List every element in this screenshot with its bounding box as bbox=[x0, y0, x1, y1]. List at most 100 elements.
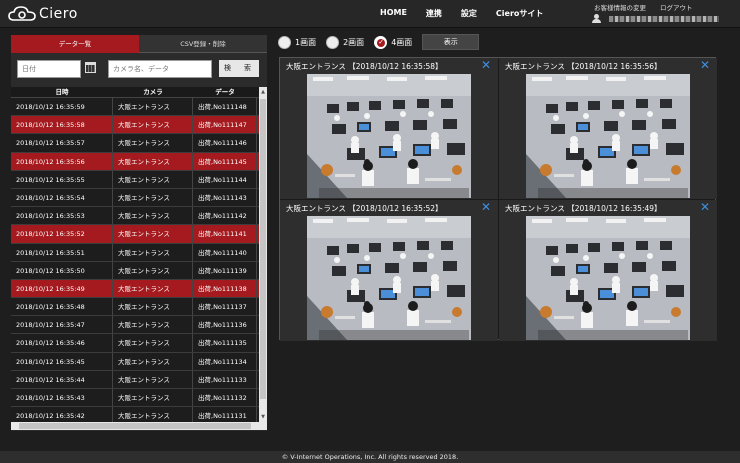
cell-camera: 大阪エントランス bbox=[113, 334, 193, 352]
table-row[interactable]: 2018/10/12 16:35:55 大阪エントランス 出荷,No111144 bbox=[11, 170, 267, 189]
cell-camera: 大阪エントランス bbox=[113, 188, 193, 207]
nav-integration[interactable]: 連携 bbox=[426, 8, 442, 19]
cloud-logo-icon bbox=[8, 6, 36, 21]
horizontal-scroll-thumb[interactable] bbox=[19, 423, 251, 429]
camera-title: 大阪エントランス 【2018/10/12 16:35:56】 bbox=[505, 62, 662, 71]
cell-data: 出荷,No111147 bbox=[193, 116, 257, 134]
close-icon[interactable]: ✕ bbox=[700, 201, 710, 213]
cell-camera: 大阪エントランス bbox=[113, 207, 193, 225]
cell-data: 出荷,No111136 bbox=[193, 316, 257, 334]
scroll-down-icon[interactable]: ▼ bbox=[260, 413, 266, 421]
user-info bbox=[592, 14, 719, 23]
cell-data: 出荷,No111142 bbox=[193, 207, 257, 225]
radio-label-1-screen: 1画面 bbox=[295, 37, 317, 47]
camera-title: 大阪エントランス 【2018/10/12 16:35:58】 bbox=[286, 62, 443, 71]
cell-data: 出荷,No111144 bbox=[193, 170, 257, 188]
main-nav: HOME 連携 設定 Cieroサイト bbox=[380, 8, 562, 19]
search-row: 検 索 bbox=[11, 53, 267, 87]
table-row[interactable]: 2018/10/12 16:35:42 大阪エントランス 出荷,No111131 bbox=[11, 407, 267, 422]
camera-title: 大阪エントランス 【2018/10/12 16:35:52】 bbox=[286, 204, 443, 213]
cell-datetime: 2018/10/12 16:35:57 bbox=[11, 134, 113, 152]
column-header-data[interactable]: データ bbox=[193, 87, 257, 97]
cell-data: 出荷,No111138 bbox=[193, 279, 257, 298]
user-icon bbox=[592, 14, 601, 23]
close-icon[interactable]: ✕ bbox=[481, 59, 491, 71]
nav-settings[interactable]: 設定 bbox=[461, 8, 477, 19]
cell-camera: 大阪エントランス bbox=[113, 243, 193, 261]
footer: © V-Internet Operations, Inc. All rights… bbox=[0, 451, 740, 463]
table-row[interactable]: 2018/10/12 16:35:46 大阪エントランス 出荷,No111135 bbox=[11, 334, 267, 353]
logout-link[interactable]: ログアウト bbox=[660, 2, 693, 12]
top-bar: Ciero HOME 連携 設定 Cieroサイト お客様情報の変更 ログアウト bbox=[0, 0, 740, 28]
cell-datetime: 2018/10/12 16:35:42 bbox=[11, 407, 113, 422]
column-header-camera[interactable]: カメラ bbox=[113, 87, 193, 97]
camera-tile: 大阪エントランス 【2018/10/12 16:35:49】 ✕ bbox=[499, 200, 717, 341]
radio-label-2-screen: 2画面 bbox=[343, 37, 365, 47]
cell-data: 出荷,No111143 bbox=[193, 188, 257, 207]
table-row[interactable]: 2018/10/12 16:35:58 大阪エントランス 出荷,No111147 bbox=[11, 116, 267, 135]
search-button[interactable]: 検 索 bbox=[219, 60, 259, 77]
user-name-redacted bbox=[609, 15, 719, 22]
camera-tile: 大阪エントランス 【2018/10/12 16:35:52】 ✕ bbox=[280, 200, 498, 341]
camera-image[interactable] bbox=[526, 74, 690, 198]
scroll-thumb[interactable] bbox=[260, 99, 266, 399]
cell-data: 出荷,No111140 bbox=[193, 243, 257, 261]
camera-image[interactable] bbox=[526, 216, 690, 340]
cell-camera: 大阪エントランス bbox=[113, 134, 193, 152]
cell-datetime: 2018/10/12 16:35:49 bbox=[11, 279, 113, 298]
camera-grid: 大阪エントランス 【2018/10/12 16:35:58】 ✕ 大阪エントラン… bbox=[279, 57, 717, 341]
keyword-input[interactable] bbox=[108, 60, 212, 78]
date-input[interactable] bbox=[17, 60, 81, 78]
cell-datetime: 2018/10/12 16:35:43 bbox=[11, 389, 113, 407]
cell-datetime: 2018/10/12 16:35:58 bbox=[11, 116, 113, 134]
table-body: 2018/10/12 16:35:59 大阪エントランス 出荷,No111148 20… bbox=[11, 98, 267, 422]
radio-2-screen[interactable] bbox=[326, 35, 340, 49]
close-icon[interactable]: ✕ bbox=[481, 201, 491, 213]
close-icon[interactable]: ✕ bbox=[700, 59, 710, 71]
cell-data: 出荷,No111132 bbox=[193, 389, 257, 407]
table-row[interactable]: 2018/10/12 16:35:56 大阪エントランス 出荷,No111145 bbox=[11, 152, 267, 171]
logo[interactable]: Ciero bbox=[8, 4, 98, 24]
table-row[interactable]: 2018/10/12 16:35:54 大阪エントランス 出荷,No111143 bbox=[11, 188, 267, 208]
tab-csv-register[interactable]: CSV登録・削除 bbox=[139, 35, 267, 53]
cell-data: 出荷,No111135 bbox=[193, 334, 257, 352]
table-row[interactable]: 2018/10/12 16:35:47 大阪エントランス 出荷,No111136 bbox=[11, 316, 267, 335]
table-row[interactable]: 2018/10/12 16:35:50 大阪エントランス 出荷,No111139 bbox=[11, 261, 267, 280]
cell-data: 出荷,No111139 bbox=[193, 261, 257, 279]
cell-datetime: 2018/10/12 16:35:47 bbox=[11, 316, 113, 334]
data-list-panel: データ一覧 CSV登録・削除 検 索 日時 カメラ データ 2018/10/12… bbox=[11, 35, 267, 431]
table-row[interactable]: 2018/10/12 16:35:59 大阪エントランス 出荷,No111148 bbox=[11, 98, 267, 117]
show-button[interactable]: 表示 bbox=[422, 34, 480, 50]
cell-data: 出荷,No111133 bbox=[193, 370, 257, 388]
table-row[interactable]: 2018/10/12 16:35:48 大阪エントランス 出荷,No111137 bbox=[11, 298, 267, 317]
nav-ciero-site[interactable]: Cieroサイト bbox=[496, 8, 543, 19]
radio-4-screen[interactable] bbox=[374, 35, 388, 49]
tab-data-list[interactable]: データ一覧 bbox=[11, 35, 139, 53]
cell-datetime: 2018/10/12 16:35:50 bbox=[11, 261, 113, 279]
account-change-link[interactable]: お客様情報の変更 bbox=[594, 2, 646, 12]
horizontal-scrollbar[interactable] bbox=[11, 422, 267, 430]
table-row[interactable]: 2018/10/12 16:35:51 大阪エントランス 出荷,No111140 bbox=[11, 243, 267, 262]
column-header-datetime[interactable]: 日時 bbox=[11, 87, 113, 97]
table-row[interactable]: 2018/10/12 16:35:57 大阪エントランス 出荷,No111146 bbox=[11, 134, 267, 153]
cell-camera: 大阪エントランス bbox=[113, 261, 193, 279]
table-row[interactable]: 2018/10/12 16:35:44 大阪エントランス 出荷,No111133 bbox=[11, 370, 267, 389]
cell-camera: 大阪エントランス bbox=[113, 116, 193, 134]
cell-datetime: 2018/10/12 16:35:55 bbox=[11, 170, 113, 188]
table-row[interactable]: 2018/10/12 16:35:53 大阪エントランス 出荷,No111142 bbox=[11, 207, 267, 226]
cell-datetime: 2018/10/12 16:35:46 bbox=[11, 334, 113, 352]
table-row[interactable]: 2018/10/12 16:35:45 大阪エントランス 出荷,No111134 bbox=[11, 352, 267, 371]
cell-camera: 大阪エントランス bbox=[113, 98, 193, 116]
table-row[interactable]: 2018/10/12 16:35:43 大阪エントランス 出荷,No111132 bbox=[11, 389, 267, 408]
scroll-up-icon[interactable]: ▲ bbox=[260, 88, 266, 96]
nav-home[interactable]: HOME bbox=[380, 8, 407, 19]
camera-image[interactable] bbox=[307, 74, 471, 198]
radio-1-screen[interactable] bbox=[278, 35, 291, 49]
table-row[interactable]: 2018/10/12 16:35:52 大阪エントランス 出荷,No111141 bbox=[11, 225, 267, 244]
calendar-icon[interactable] bbox=[85, 62, 96, 73]
cell-datetime: 2018/10/12 16:35:59 bbox=[11, 98, 113, 116]
table-row[interactable]: 2018/10/12 16:35:49 大阪エントランス 出荷,No111138 bbox=[11, 279, 267, 299]
vertical-scrollbar[interactable]: ▲ ▼ bbox=[259, 87, 267, 422]
camera-image[interactable] bbox=[307, 216, 471, 340]
camera-title: 大阪エントランス 【2018/10/12 16:35:49】 bbox=[505, 204, 662, 213]
